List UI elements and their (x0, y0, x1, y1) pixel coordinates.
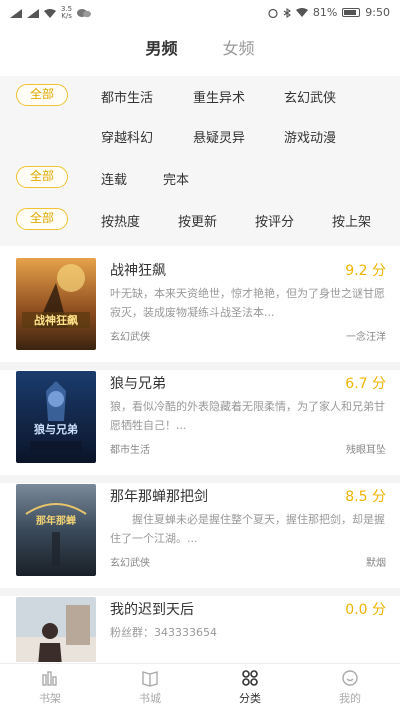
book-description: 握住夏蝉未必是握住整个夏天，握住那把剑，却是握住了一个江湖。... (110, 513, 385, 545)
battery-icon (342, 8, 361, 17)
divider (0, 588, 400, 596)
book-title: 战神狂飙 (110, 263, 166, 279)
book-item[interactable]: 那年那蝉 那年那蝉那把剑 8.5 分 握住夏蝉未必是握住整个夏天，握住那把剑，却… (0, 484, 400, 597)
nav-label: 我的 (339, 692, 361, 705)
book-category: 玄幻武侠 (110, 558, 150, 569)
wifi-status-icon (295, 7, 308, 17)
book-score: 8.5 分 (345, 489, 386, 505)
book-category: 都市生活 (110, 445, 150, 456)
status-filter-row: 全部 连载 完本 (0, 166, 400, 196)
sort-option[interactable]: 按更新 (178, 211, 217, 230)
clock: 9:50 (365, 6, 390, 19)
sort-option[interactable]: 按上架 (332, 211, 371, 230)
tab-male[interactable]: 男频 (145, 35, 177, 59)
book-city-icon (142, 671, 158, 687)
status-right: 81% 9:50 (268, 6, 390, 19)
category-option[interactable]: 悬疑灵异 (193, 127, 245, 146)
category-filter-row-2: 穿越科幻 悬疑灵异 游戏动漫 (0, 124, 400, 154)
category-option[interactable]: 都市生活 (101, 87, 153, 106)
book-list: 战神狂飙 战神狂飙 9.2 分 叶无缺，本来天资绝世，惊才艳艳，但为了身世之谜甘… (0, 258, 400, 662)
network-speed: 3.5 K/s (61, 5, 73, 20)
status-option[interactable]: 连载 (101, 169, 127, 188)
tab-female[interactable]: 女频 (223, 35, 255, 59)
book-item[interactable]: 狼与兄弟 狼与兄弟 6.7 分 狼，看似冷酷的外表隐藏着无限柔情，为了家人和兄弟… (0, 371, 400, 484)
book-score: 0.0 分 (345, 602, 386, 618)
book-item[interactable]: 战神狂飙 战神狂飙 9.2 分 叶无缺，本来天资绝世，惊才艳艳，但为了身世之谜甘… (0, 258, 400, 371)
book-item[interactable]: 我的迟到天后 0.0 分 粉丝群：343333654 (0, 597, 400, 662)
book-category: 玄幻武侠 (110, 332, 150, 343)
signal-icon-2 (27, 8, 39, 18)
nav-label: 书城 (139, 692, 161, 705)
battery-percent: 81% (312, 6, 338, 19)
book-author: 默烟 (366, 558, 386, 569)
nav-label: 分类 (239, 692, 261, 705)
divider (0, 475, 400, 483)
book-description: 叶无缺，本来天资绝世，惊才艳艳，但为了身世之谜甘愿寂灭，装成废物凝练斗战圣法本.… (110, 287, 385, 319)
sort-filter-row: 全部 按热度 按更新 按评分 按上架 (0, 208, 400, 238)
svg-text:狼与兄弟: 狼与兄弟 (34, 422, 78, 436)
category-filter-row: 全部 都市生活 重生异术 玄幻武侠 (0, 84, 400, 114)
book-score: 9.2 分 (345, 263, 386, 279)
book-title: 那年那蝉那把剑 (110, 489, 208, 505)
sort-option[interactable]: 按热度 (101, 211, 140, 230)
svg-text:那年那蝉: 那年那蝉 (36, 514, 76, 527)
svg-text:战神狂飙: 战神狂飙 (34, 313, 78, 327)
profile-icon (342, 670, 358, 686)
book-score: 6.7 分 (345, 376, 386, 392)
book-title: 我的迟到天后 (110, 602, 194, 618)
nav-label: 书架 (39, 692, 61, 705)
book-cover: 狼与兄弟 (16, 371, 96, 463)
book-cover (16, 597, 96, 662)
book-title: 狼与兄弟 (110, 376, 166, 392)
category-all-pill[interactable]: 全部 (16, 84, 68, 106)
sort-option[interactable]: 按评分 (255, 211, 294, 230)
book-cover: 那年那蝉 (16, 484, 96, 576)
bottom-nav: 书架 书城 分类 我的 (0, 663, 400, 711)
signal-icon (10, 8, 22, 18)
nav-profile[interactable]: 我的 (300, 664, 400, 711)
status-option[interactable]: 完本 (163, 169, 189, 188)
book-description: 粉丝群：343333654 (110, 626, 217, 639)
nav-category[interactable]: 分类 (200, 664, 300, 711)
book-author: 残眼耳坠 (346, 445, 386, 456)
nav-book-city[interactable]: 书城 (100, 664, 200, 711)
category-option[interactable]: 重生异术 (193, 87, 245, 106)
category-icon (242, 670, 258, 686)
book-author: 一念汪洋 (346, 332, 386, 343)
alarm-icon (268, 8, 278, 18)
book-description: 狼，看似冷酷的外表隐藏着无限柔情，为了家人和兄弟甘愿牺牲自己！... (110, 400, 385, 432)
bluetooth-icon (283, 7, 291, 18)
wechat-icon (77, 9, 92, 18)
status-all-pill[interactable]: 全部 (16, 166, 68, 188)
bookshelf-icon (42, 671, 57, 686)
book-cover: 战神狂飙 (16, 258, 96, 350)
nav-bookshelf[interactable]: 书架 (0, 664, 100, 711)
filter-panel: 全部 都市生活 重生异术 玄幻武侠 穿越科幻 悬疑灵异 游戏动漫 全部 连载 完… (0, 76, 400, 246)
category-option[interactable]: 游戏动漫 (284, 127, 336, 146)
gender-tabs: 男频 女频 (0, 30, 400, 64)
category-option[interactable]: 穿越科幻 (101, 127, 153, 146)
sort-all-pill[interactable]: 全部 (16, 208, 68, 230)
divider (0, 362, 400, 370)
wifi-icon (44, 8, 56, 18)
status-left: 3.5 K/s (10, 5, 92, 20)
category-option[interactable]: 玄幻武侠 (284, 87, 336, 106)
status-bar: 3.5 K/s 81% 9:50 (0, 0, 400, 26)
